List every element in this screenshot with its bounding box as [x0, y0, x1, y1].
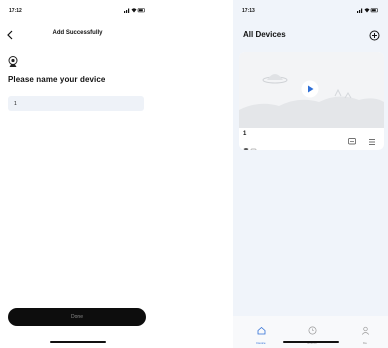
- camera-icon: [8, 55, 18, 73]
- add-device-screen: 17:12 Add Successfully Please name your …: [0, 0, 155, 348]
- done-button[interactable]: Done: [8, 308, 146, 326]
- tab-bar: Device Events Me: [233, 316, 388, 348]
- menu-button[interactable]: [368, 133, 376, 150]
- battery-icon: [370, 8, 378, 13]
- home-icon: [257, 326, 265, 335]
- message-icon: [348, 138, 356, 145]
- name-prompt: Please name your device: [8, 75, 106, 84]
- wifi-icon: [131, 8, 137, 13]
- status-icons: [357, 7, 379, 15]
- tab-label: Device: [256, 341, 266, 345]
- cellular-icon: [124, 8, 130, 13]
- tab-device[interactable]: Device: [249, 322, 273, 345]
- page-title: All Devices: [243, 30, 286, 39]
- battery-icon: [137, 8, 145, 13]
- tab-me[interactable]: Me: [353, 322, 377, 345]
- clock-icon: [308, 326, 316, 335]
- tab-label: Me: [362, 341, 368, 345]
- page-title: Add Successfully: [52, 30, 103, 36]
- message-button[interactable]: [348, 133, 356, 150]
- status-time: 17:13: [242, 8, 255, 14]
- status-bar: 17:13: [242, 7, 379, 15]
- wifi-icon: [364, 8, 370, 13]
- wifi-signal-icon: [243, 139, 257, 150]
- person-icon: [361, 326, 369, 335]
- menu-icon: [369, 139, 375, 145]
- device-card[interactable]: 1: [239, 52, 384, 150]
- cellular-icon: [357, 8, 363, 13]
- device-name-input[interactable]: [8, 96, 144, 111]
- status-bar: 17:12: [9, 7, 146, 15]
- play-icon: [301, 80, 319, 98]
- add-device-button[interactable]: [369, 28, 380, 46]
- home-indicator: [49, 341, 106, 343]
- device-name: 1: [243, 131, 247, 137]
- plus-circle-icon: [369, 30, 380, 41]
- play-button[interactable]: [301, 80, 319, 103]
- home-indicator: [282, 341, 339, 343]
- status-time: 17:12: [9, 8, 22, 14]
- all-devices-screen: 17:13 All Devices 1 Device Events Me: [233, 0, 388, 348]
- status-icons: [124, 7, 146, 15]
- device-thumbnail[interactable]: [239, 52, 384, 128]
